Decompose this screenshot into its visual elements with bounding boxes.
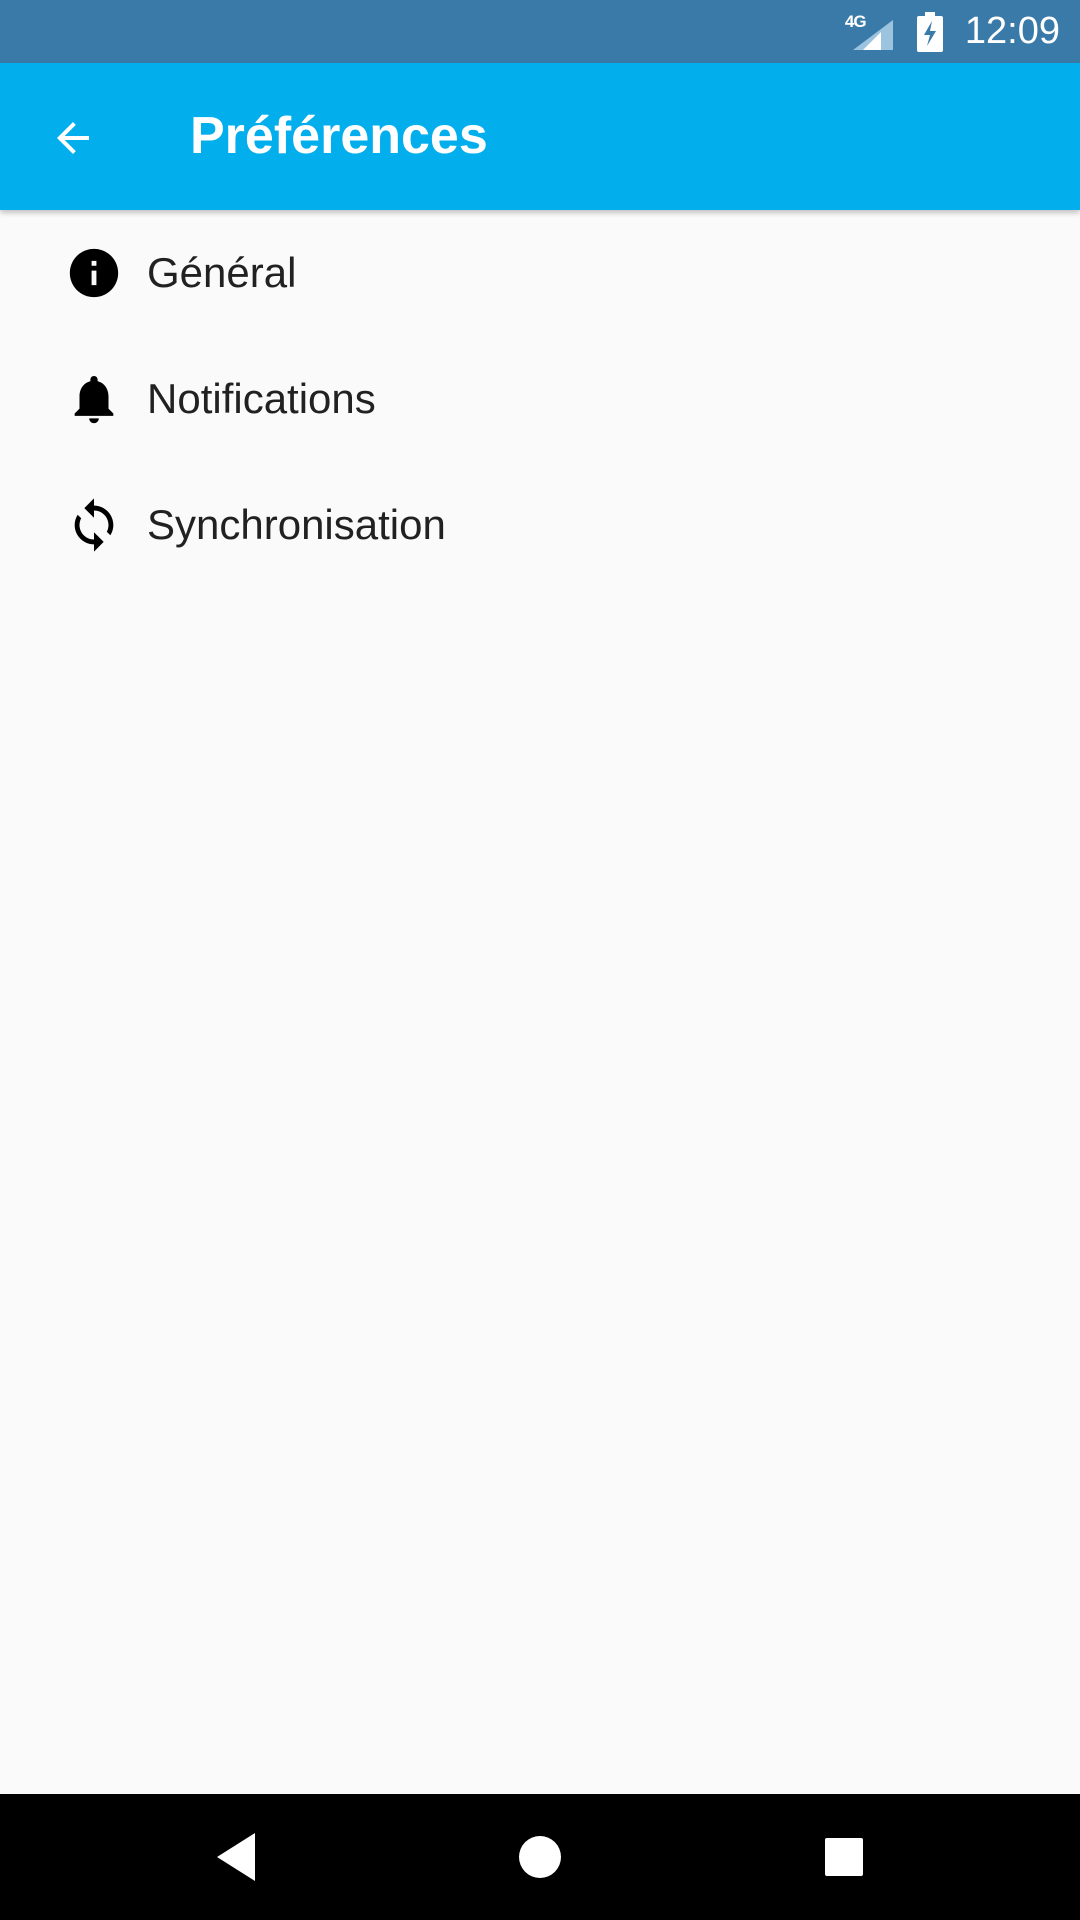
nav-home-button[interactable] <box>500 1817 580 1897</box>
page-title: Préférences <box>190 107 488 165</box>
info-icon <box>65 244 123 302</box>
bell-icon <box>65 370 123 428</box>
nav-recents-button[interactable] <box>804 1817 884 1897</box>
status-bar: 4G 12:09 <box>0 0 1080 63</box>
app-bar: Préférences <box>0 63 1080 210</box>
nav-recents-icon <box>825 1838 863 1876</box>
status-icons: 4G 12:09 <box>845 0 1060 63</box>
pref-item-general[interactable]: Général <box>0 210 1080 336</box>
pref-item-notifications[interactable]: Notifications <box>0 336 1080 462</box>
pref-item-sync[interactable]: Synchronisation <box>0 462 1080 588</box>
nav-back-icon <box>217 1833 255 1881</box>
nav-home-icon <box>519 1836 561 1878</box>
preferences-list: Général Notifications Synchronisation <box>0 210 1080 588</box>
battery-charging-icon <box>916 11 943 52</box>
nav-back-button[interactable] <box>196 1817 276 1897</box>
sync-icon <box>65 496 123 554</box>
arrow-back-icon <box>57 122 89 154</box>
status-time: 12:09 <box>964 10 1060 52</box>
pref-label-notifications: Notifications <box>147 375 376 422</box>
pref-label-sync: Synchronisation <box>147 501 446 548</box>
signal-indicator: 4G <box>845 12 895 52</box>
system-nav-bar <box>0 1794 1080 1920</box>
signal-icon <box>852 19 893 50</box>
pref-label-general: Général <box>147 249 297 296</box>
back-button[interactable] <box>30 103 116 173</box>
